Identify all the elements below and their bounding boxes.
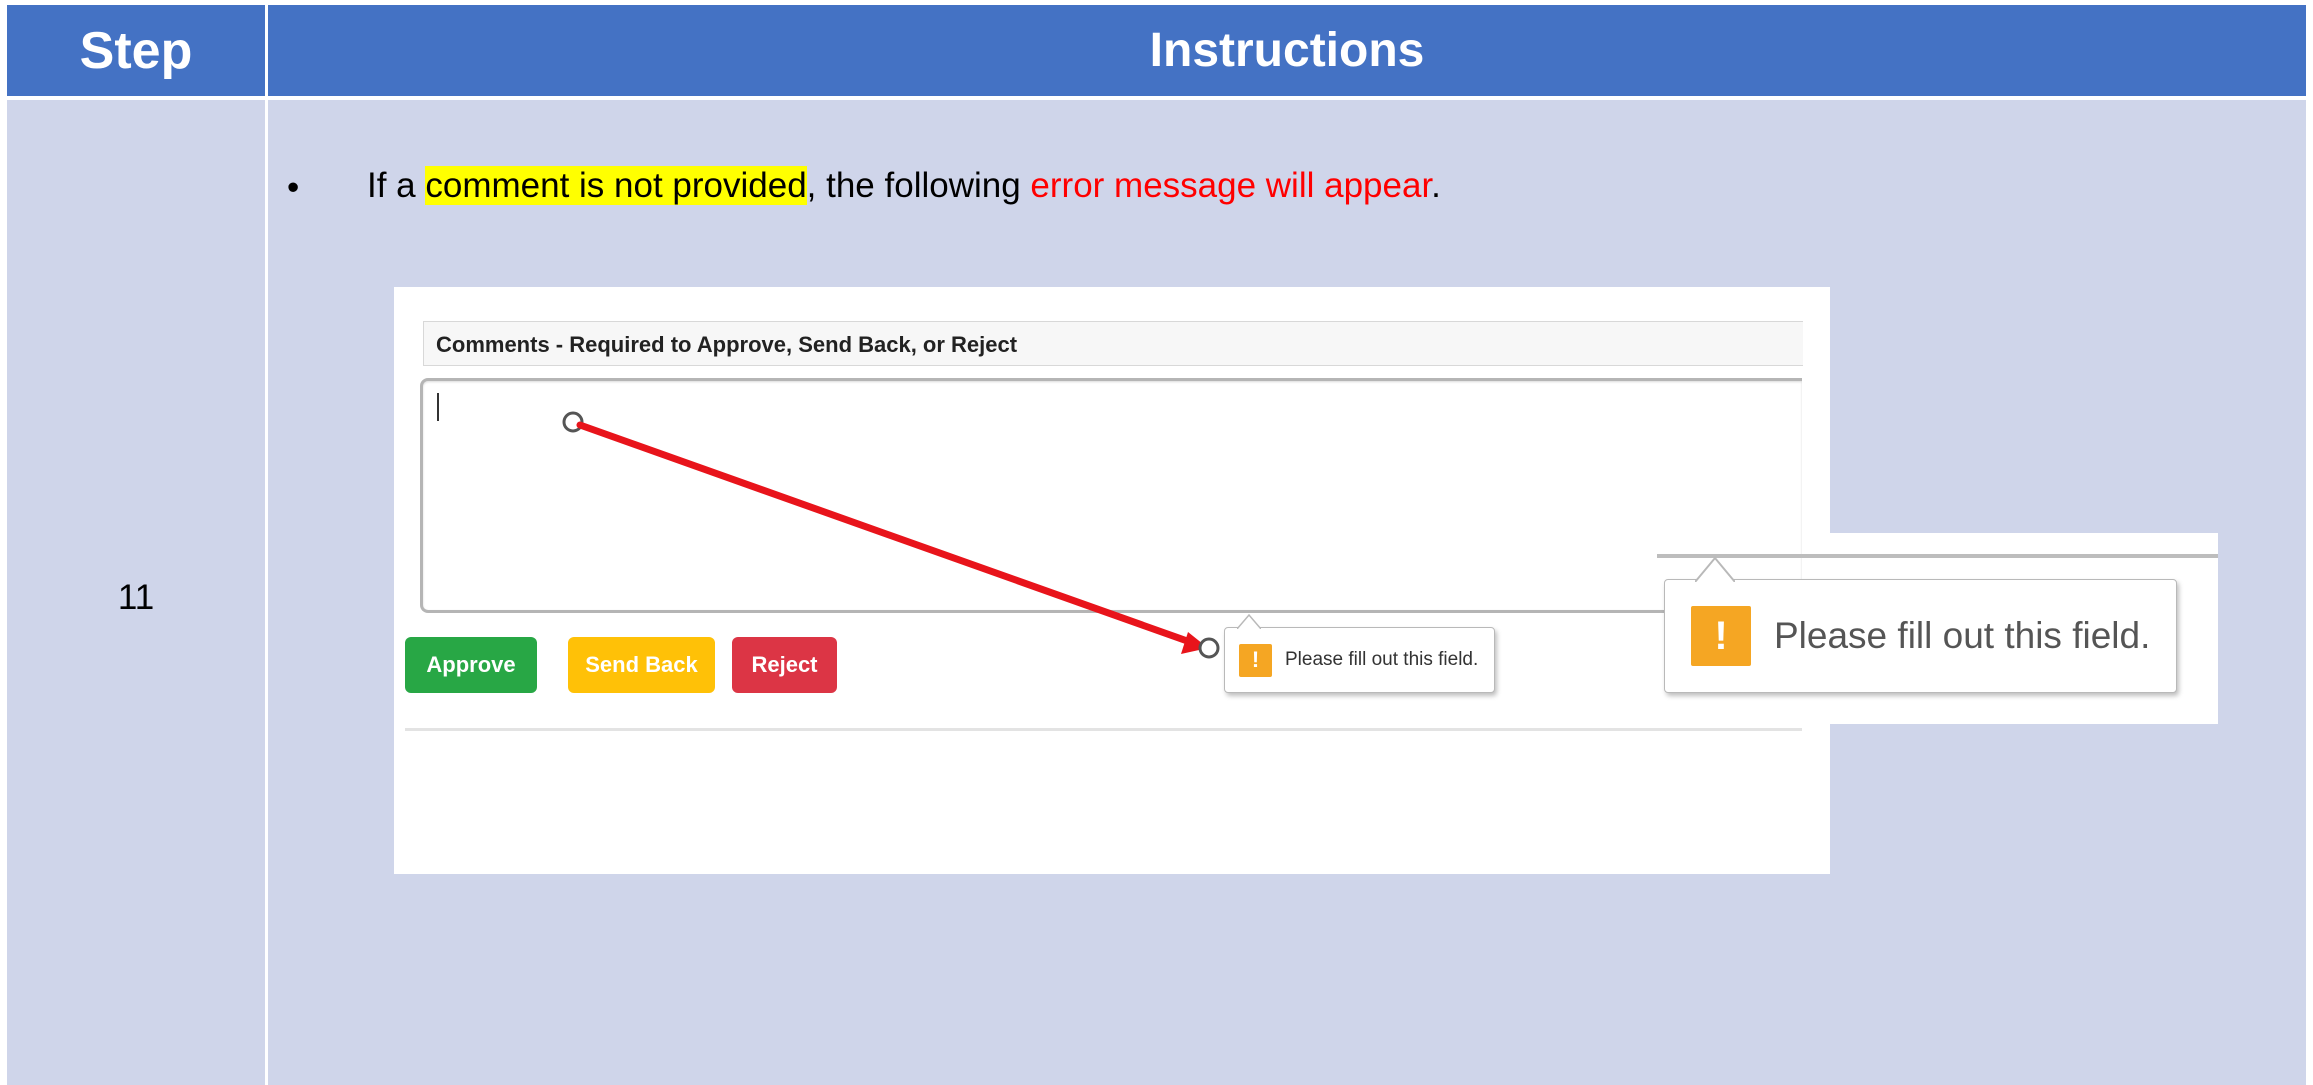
arrow-shaft — [576, 421, 1194, 646]
arrow-end-circle — [1198, 637, 1220, 659]
annotation-arrow — [562, 411, 1220, 659]
